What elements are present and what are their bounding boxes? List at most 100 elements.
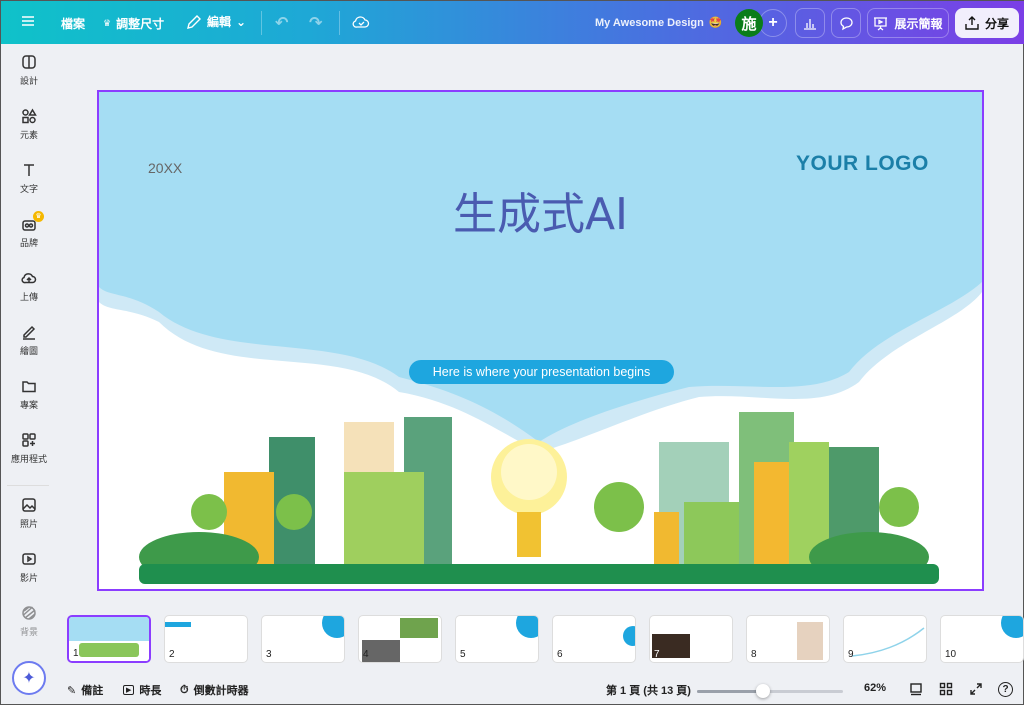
insights-button[interactable]: [795, 8, 825, 38]
page-view-icon: [910, 683, 922, 696]
sidebar-item-label: 文字: [19, 183, 38, 194]
page-thumbnail[interactable]: 1: [67, 615, 151, 663]
edit-menu[interactable]: 編輯 ⌄: [186, 13, 246, 30]
sidebar-item-brand[interactable]: 品牌 ♛: [1, 206, 57, 258]
sidebar-item-background[interactable]: 背景: [1, 595, 57, 647]
hamburger-icon: [22, 16, 34, 26]
background-icon: [22, 605, 36, 620]
comments-button[interactable]: [831, 8, 861, 38]
sidebar-item-apps[interactable]: 應用程式: [1, 422, 57, 474]
sidebar-item-label: 背景: [19, 626, 38, 637]
design-title-text: My Awesome Design: [595, 16, 704, 29]
page-number: 3: [266, 649, 272, 660]
help-icon: ?: [998, 682, 1013, 697]
sidebar-item-label: 應用程式: [10, 453, 47, 464]
sidebar-item-label: 專案: [19, 399, 38, 410]
page-number: 10: [945, 649, 957, 660]
page-thumbnail[interactable]: 5: [455, 615, 539, 663]
notes-icon: ✎: [67, 684, 77, 697]
text-icon: [24, 163, 34, 176]
resize-label: 調整尺寸: [116, 17, 165, 31]
cloud-check-icon: [352, 16, 370, 28]
undo-button[interactable]: ↶: [275, 13, 288, 33]
upload-cloud-icon: [21, 272, 37, 283]
timer-button[interactable]: ⏱ 倒數計時器: [180, 682, 249, 698]
shapes-icon: [22, 108, 37, 123]
share-upload-icon: [965, 16, 979, 30]
page-thumbnail[interactable]: 8: [746, 615, 830, 663]
zoom-slider[interactable]: [697, 684, 843, 698]
page-thumbnail[interactable]: 3: [261, 615, 345, 663]
play-box-icon: ▶: [123, 685, 135, 695]
notes-label: 備註: [81, 685, 104, 697]
slide-subtitle-pill[interactable]: Here is where your presentation begins: [409, 360, 674, 384]
page-status[interactable]: 第 1 頁 (共 13 頁): [606, 682, 691, 698]
invite-button[interactable]: +: [759, 9, 787, 37]
sidebar-item-design[interactable]: 設計: [1, 44, 57, 96]
slide-canvas[interactable]: 20XX YOUR LOGO 生成式AI Here is where your …: [97, 90, 984, 591]
emoji-icon: 🤩: [708, 17, 723, 29]
photo-icon: [22, 497, 36, 512]
slide-year[interactable]: 20XX: [148, 160, 182, 176]
sidebar-item-label: 元素: [19, 129, 38, 140]
crown-icon: ♛: [103, 18, 112, 28]
sidebar: 設計 元素 文字 品牌 ♛ 上傳 繪圖 專案 應用程式 照片 影片 背景: [1, 44, 57, 654]
sidebar-item-label: 品牌: [19, 237, 38, 248]
page-thumbnail[interactable]: 7: [649, 615, 733, 663]
cloud-save-status[interactable]: [352, 14, 370, 30]
bar-chart-icon: [804, 19, 816, 30]
redo-button[interactable]: ↷: [309, 13, 322, 33]
page-thumbnail[interactable]: 10: [940, 615, 1024, 663]
sidebar-item-label: 照片: [19, 518, 38, 529]
timer-label: 倒數計時器: [193, 685, 249, 697]
sidebar-item-text[interactable]: 文字: [1, 152, 57, 204]
sidebar-item-uploads[interactable]: 上傳: [1, 260, 57, 312]
page-number: 1: [73, 648, 79, 659]
folder-icon: [22, 380, 36, 392]
page-view-button[interactable]: [909, 682, 923, 696]
plus-icon: +: [768, 14, 778, 31]
grid-icon: [939, 682, 953, 696]
sidebar-item-videos[interactable]: 影片: [1, 541, 57, 593]
share-label: 分享: [984, 16, 1009, 31]
zoom-slider-handle[interactable]: [756, 684, 771, 698]
share-button[interactable]: 分享: [955, 8, 1019, 38]
duration-button[interactable]: ▶ 時長: [123, 682, 161, 698]
present-button[interactable]: 展示簡報: [867, 8, 949, 38]
slide-title[interactable]: 生成式AI: [99, 178, 982, 242]
page-thumbnail[interactable]: 9: [843, 615, 927, 663]
menu-button[interactable]: [21, 14, 35, 28]
comment-icon: [839, 16, 853, 30]
stopwatch-icon: ⏱: [180, 683, 189, 696]
page-number: 4: [363, 649, 369, 660]
page-number: 6: [557, 649, 563, 660]
page-thumbnail[interactable]: 2: [164, 615, 248, 663]
help-button[interactable]: ?: [998, 682, 1013, 697]
pencil-icon: [187, 14, 201, 29]
page-thumbnail[interactable]: 4: [358, 615, 442, 663]
video-icon: [22, 552, 36, 565]
page-number: 8: [751, 649, 757, 660]
layout-icon: [22, 54, 36, 69]
page-thumbnail[interactable]: 6: [552, 615, 636, 663]
design-title[interactable]: My Awesome Design 🤩: [595, 16, 723, 30]
file-menu[interactable]: 檔案: [61, 15, 85, 32]
resize-button[interactable]: ♛ 調整尺寸: [103, 15, 164, 32]
sidebar-item-draw[interactable]: 繪圖: [1, 314, 57, 366]
chevron-down-icon: ⌄: [236, 14, 247, 29]
sidebar-item-label: 繪圖: [19, 345, 38, 356]
page-number: 9: [848, 649, 854, 660]
sidebar-item-photos[interactable]: 照片: [1, 487, 57, 539]
grid-view-button[interactable]: [939, 682, 953, 696]
fullscreen-button[interactable]: [969, 682, 983, 696]
notes-button[interactable]: ✎ 備註: [67, 682, 103, 698]
undo-icon: ↶: [275, 15, 289, 32]
avatar[interactable]: 施: [735, 9, 763, 37]
sidebar-item-elements[interactable]: 元素: [1, 98, 57, 150]
sidebar-item-projects[interactable]: 專案: [1, 368, 57, 420]
bottom-bar: ✎ 備註 ▶ 時長 ⏱ 倒數計時器 第 1 頁 (共 13 頁) 62% ?: [1, 677, 1024, 705]
slide-logo-placeholder[interactable]: YOUR LOGO: [796, 152, 929, 176]
zoom-level[interactable]: 62%: [864, 682, 886, 694]
presentation-icon: [874, 16, 888, 31]
sidebar-item-label: 上傳: [19, 291, 38, 302]
